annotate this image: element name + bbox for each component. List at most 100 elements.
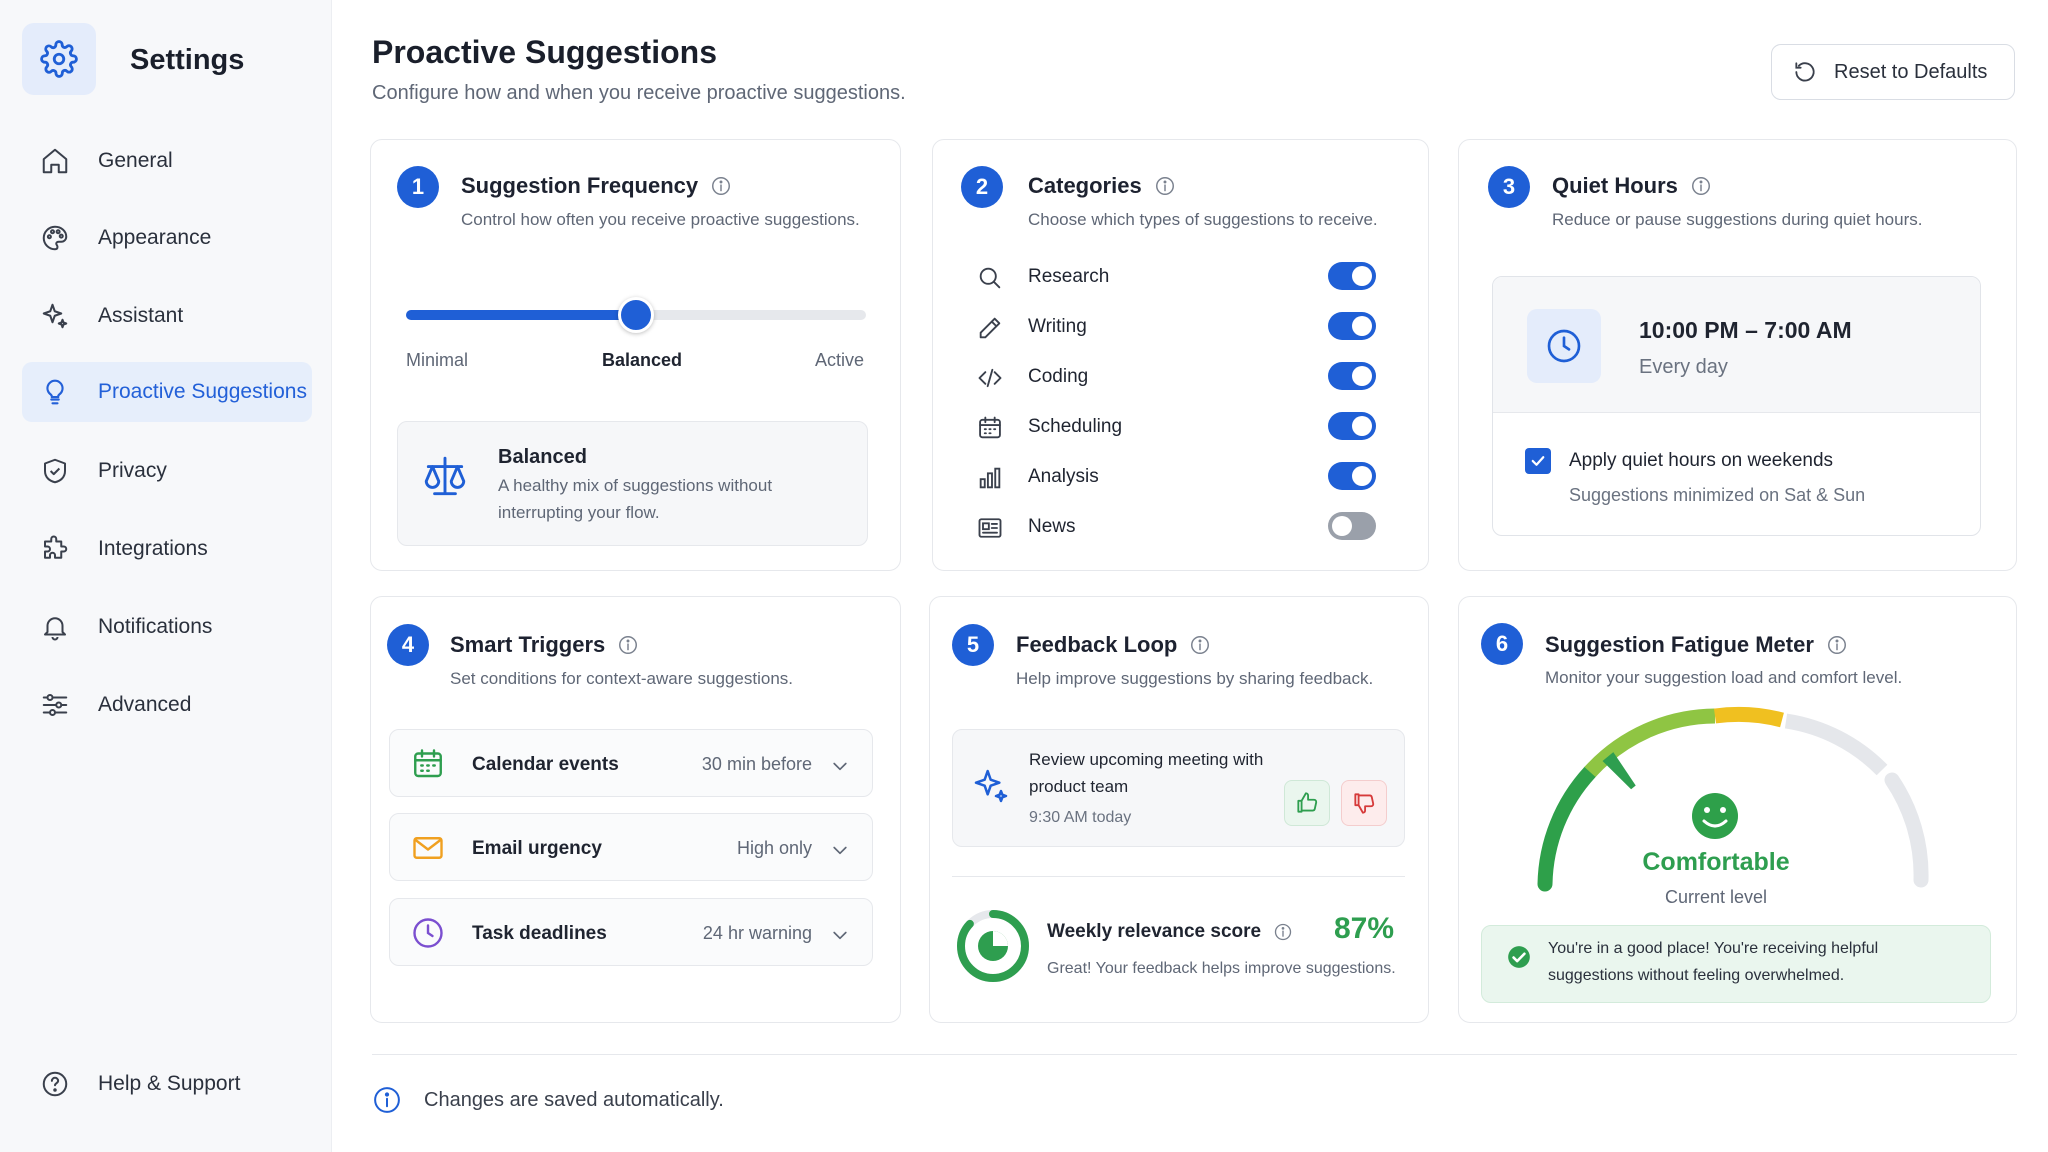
news-toggle[interactable] xyxy=(1328,512,1376,540)
frequency-slider[interactable] xyxy=(406,297,866,333)
trigger-value: High only xyxy=(736,838,812,858)
thumbs-up-button[interactable] xyxy=(1284,780,1330,826)
categories-title: Categories xyxy=(1028,173,1176,199)
card-title-text: Smart Triggers xyxy=(450,632,606,657)
quiet-hours-title: Quiet Hours xyxy=(1552,173,1712,199)
fatigue-message-text: suggestions without feeling overwhelmed. xyxy=(1548,967,1845,984)
sidebar-item-notifications[interactable]: Notifications xyxy=(22,597,312,657)
score-note: Great! Your feedback helps improve sugge… xyxy=(1047,960,1396,977)
app-title: Settings xyxy=(130,44,245,76)
feedback-subtitle: Help improve suggestions by sharing feed… xyxy=(1016,669,1374,688)
scale-icon xyxy=(424,456,466,496)
suggestion-text: product team xyxy=(1029,777,1129,796)
card-title-text: Quiet Hours xyxy=(1552,173,1678,198)
relevance-score-ring xyxy=(957,910,1029,982)
step-badge: 3 xyxy=(1488,166,1530,208)
category-label: Research xyxy=(1028,266,1110,287)
summary-line: A healthy mix of suggestions without xyxy=(498,476,773,495)
sidebar-item-label: Appearance xyxy=(98,226,212,249)
step-badge: 1 xyxy=(397,166,439,208)
feedback-suggestion: Review upcoming meeting with product tea… xyxy=(952,729,1405,847)
step-badge: 6 xyxy=(1481,623,1523,665)
fatigue-status: Comfortable xyxy=(1642,848,1790,876)
gauge-segment-track xyxy=(1884,772,1929,888)
scheduling-toggle[interactable] xyxy=(1328,412,1376,440)
slider-thumb[interactable] xyxy=(618,297,654,333)
weekend-note: Suggestions minimized on Sat & Sun xyxy=(1569,485,1866,505)
sidebar-item-assistant[interactable]: Assistant xyxy=(22,286,312,346)
palette-icon xyxy=(42,225,68,251)
category-row-coding: Coding xyxy=(976,358,1376,398)
thumbs-up-icon xyxy=(1297,792,1318,813)
step-badge: 4 xyxy=(387,624,429,666)
info-icon[interactable] xyxy=(1273,922,1293,942)
smile-icon xyxy=(1692,793,1738,839)
sidebar-item-label: General xyxy=(98,149,173,172)
slider-label-min: Minimal xyxy=(406,350,469,370)
category-label: Scheduling xyxy=(1028,416,1123,437)
sidebar-item-label: Notifications xyxy=(98,615,213,638)
thumbs-down-button[interactable] xyxy=(1341,780,1387,826)
info-icon[interactable] xyxy=(710,175,732,197)
reset-defaults-button[interactable]: Reset to Defaults xyxy=(1771,44,2015,100)
fatigue-subtitle: Monitor your suggestion load and comfort… xyxy=(1545,668,1903,687)
clock-icon xyxy=(413,918,443,948)
sidebar-item-general[interactable]: General xyxy=(22,131,312,191)
info-icon[interactable] xyxy=(1826,634,1848,656)
info-icon[interactable] xyxy=(1690,175,1712,197)
newspaper-icon xyxy=(978,518,1002,538)
trigger-value: 30 min before xyxy=(701,754,812,774)
sidebar-item-help-support[interactable]: Help & Support xyxy=(22,1054,312,1114)
sidebar-item-label: Assistant xyxy=(98,304,184,327)
sidebar-item-proactive-suggestions[interactable]: Proactive Suggestions xyxy=(22,362,312,422)
step-badge: 5 xyxy=(952,624,994,666)
check-icon xyxy=(1531,456,1545,466)
category-label: Writing xyxy=(1028,316,1087,337)
category-row-news: News xyxy=(976,508,1376,548)
sidebar-item-appearance[interactable]: Appearance xyxy=(22,208,312,268)
slider-fill xyxy=(406,310,636,320)
analysis-toggle[interactable] xyxy=(1328,462,1376,490)
footer-divider xyxy=(372,1054,2017,1055)
category-label: News xyxy=(1028,516,1076,537)
frequency-title: Suggestion Frequency xyxy=(461,173,732,199)
sparkle-icon xyxy=(974,769,1008,803)
weekend-label: Apply quiet hours on weekends xyxy=(1569,450,1834,471)
info-icon[interactable] xyxy=(617,634,639,656)
frequency-subtitle: Control how often you receive proactive … xyxy=(461,210,860,229)
coding-toggle[interactable] xyxy=(1328,362,1376,390)
trigger-task-deadlines[interactable]: Task deadlines 24 hr warning xyxy=(389,898,873,966)
sidebar-item-label: Help & Support xyxy=(98,1072,241,1095)
sidebar-item-privacy[interactable]: Privacy xyxy=(22,441,312,501)
bell-icon xyxy=(44,617,66,641)
divider xyxy=(952,876,1405,877)
trigger-label: Task deadlines xyxy=(472,923,607,944)
card-title-text: Categories xyxy=(1028,173,1142,198)
category-row-analysis: Analysis xyxy=(976,458,1376,498)
card-title-text: Suggestion Frequency xyxy=(461,173,699,198)
info-icon[interactable] xyxy=(1189,634,1211,656)
gauge-segment-high xyxy=(1713,706,1784,728)
quiet-hours-schedule[interactable]: 10:00 PM – 7:00 AM Every day xyxy=(1493,277,1980,413)
feedback-title: Feedback Loop xyxy=(1016,632,1211,658)
sidebar-item-integrations[interactable]: Integrations xyxy=(22,519,312,579)
trigger-email-urgency[interactable]: Email urgency High only xyxy=(389,813,873,881)
info-icon[interactable] xyxy=(1154,175,1176,197)
settings-logo xyxy=(22,23,96,95)
quiet-repeat: Every day xyxy=(1639,356,1728,378)
trigger-label: Email urgency xyxy=(472,838,602,859)
sidebar-item-advanced[interactable]: Advanced xyxy=(22,675,312,735)
smart-triggers-subtitle: Set conditions for context-aware suggest… xyxy=(450,669,794,688)
reset-label: Reset to Defaults xyxy=(1834,60,1988,83)
trigger-calendar-events[interactable]: Calendar events 30 min before xyxy=(389,729,873,797)
research-toggle[interactable] xyxy=(1328,262,1376,290)
sidebar-item-label: Advanced xyxy=(98,693,192,716)
lightbulb-icon xyxy=(46,379,64,405)
code-icon xyxy=(978,368,1002,388)
weekend-checkbox[interactable] xyxy=(1525,448,1551,474)
quiet-time-range: 10:00 PM – 7:00 AM xyxy=(1639,317,1852,343)
clock-icon xyxy=(1547,329,1581,363)
gear-icon xyxy=(40,40,78,78)
reset-icon xyxy=(1795,62,1815,82)
writing-toggle[interactable] xyxy=(1328,312,1376,340)
